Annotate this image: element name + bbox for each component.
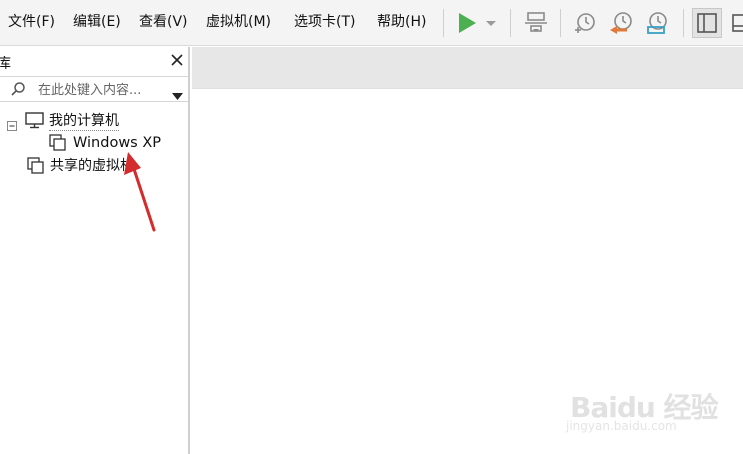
menu-help[interactable]: 帮助(H) <box>377 13 426 31</box>
library-toggle-icon[interactable] <box>692 8 722 38</box>
chevron-down-icon[interactable] <box>172 86 183 100</box>
computer-icon <box>25 112 44 129</box>
tree-item-shared-vms[interactable]: 共享的虚拟机 <box>0 155 188 177</box>
tree-label: 我的计算机 <box>49 113 119 131</box>
tree-item-my-computer[interactable]: 我的计算机 <box>0 110 188 132</box>
toolbar-divider <box>510 9 511 37</box>
network-icon[interactable] <box>523 10 549 36</box>
shared-vm-icon <box>27 157 45 175</box>
tree-label: 共享的虚拟机 <box>50 158 134 174</box>
snapshot-revert-icon[interactable] <box>608 10 634 36</box>
tab-bar <box>192 47 743 89</box>
watermark-logo: Baidu 经验 jingyan.baidu.com <box>566 372 736 442</box>
play-icon[interactable] <box>454 10 480 36</box>
library-header: 库 <box>0 47 190 75</box>
menu-vm[interactable]: 虚拟机(M) <box>206 13 271 31</box>
menu-tabs[interactable]: 选项卡(T) <box>294 13 355 31</box>
watermark-url: jingyan.baidu.com <box>566 419 677 433</box>
library-title: 库 <box>0 56 11 72</box>
tree-label: Windows XP <box>73 135 162 151</box>
toolbar-divider <box>443 9 444 37</box>
snapshot-manager-icon[interactable] <box>644 10 670 36</box>
library-search <box>0 76 188 102</box>
menu-edit[interactable]: 编辑(E) <box>73 13 121 31</box>
menu-view[interactable]: 查看(V) <box>139 13 188 31</box>
library-panel: 库 在此处键入内容... 我的计算机 Windows XP 共享的虚拟机 <box>0 47 190 454</box>
search-icon <box>10 81 26 97</box>
collapse-icon[interactable] <box>7 116 17 131</box>
toolbar: 文件(F) 编辑(E) 查看(V) 虚拟机(M) 选项卡(T) 帮助(H) <box>0 0 743 46</box>
search-input[interactable] <box>38 81 164 99</box>
vm-icon <box>49 134 67 152</box>
play-dropdown-icon[interactable] <box>484 10 498 36</box>
toolbar-divider <box>683 9 684 37</box>
thumbnail-icon[interactable] <box>730 10 743 36</box>
close-icon[interactable] <box>170 52 184 66</box>
tree-item-windows-xp[interactable]: Windows XP <box>0 132 188 154</box>
snapshot-take-icon[interactable] <box>572 10 598 36</box>
toolbar-divider <box>560 9 561 37</box>
menu-file[interactable]: 文件(F) <box>8 13 55 31</box>
